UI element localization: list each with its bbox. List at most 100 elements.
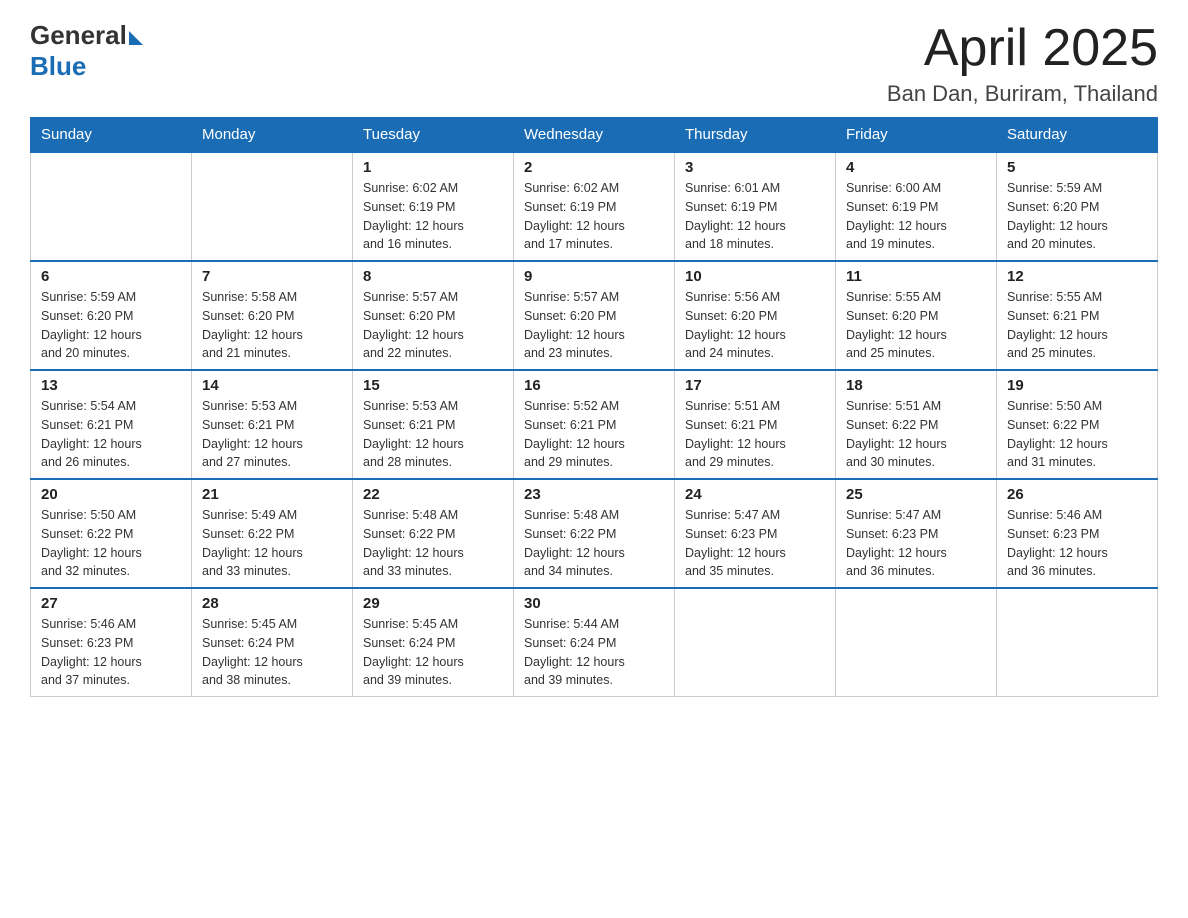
- calendar-cell: 15Sunrise: 5:53 AMSunset: 6:21 PMDayligh…: [353, 370, 514, 479]
- calendar-cell: 24 Sunrise: 5:47 AMSunset: 6:23 PMDayligh…: [675, 479, 836, 588]
- day-info: Sunrise: 5:53 AMSunset: 6:21 PMDaylight:…: [363, 397, 503, 472]
- calendar-cell: 1 Sunrise: 6:02 AMSunset: 6:19 PMDaylight…: [353, 152, 514, 261]
- column-header-sunday: Sunday: [31, 118, 192, 153]
- calendar-cell: [836, 588, 997, 697]
- calendar-subtitle: Ban Dan, Buriram, Thailand: [887, 81, 1158, 107]
- day-info: Sunrise: 5:44 AMSunset: 6:24 PMDaylight:…: [524, 615, 664, 690]
- calendar-cell: 23Sunrise: 5:48 AMSunset: 6:22 PMDayligh…: [514, 479, 675, 588]
- calendar-cell: 19 Sunrise: 5:50 AMSunset: 6:22 PMDayligh…: [997, 370, 1158, 479]
- day-number: 5: [1007, 159, 1147, 176]
- calendar-header-row: SundayMondayTuesdayWednesdayThursdayFrid…: [31, 118, 1158, 153]
- day-info: Sunrise: 5:49 AMSunset: 6:22 PMDaylight:…: [202, 506, 342, 581]
- day-info: Sunrise: 5:46 AMSunset: 6:23 PMDaylight:…: [1007, 506, 1147, 581]
- logo-general: General: [30, 20, 127, 51]
- day-info: Sunrise: 5:55 AMSunset: 6:20 PMDaylight:…: [846, 288, 986, 363]
- day-number: 17: [685, 377, 825, 394]
- day-info: Sunrise: 6:02 AMSunset: 6:19 PMDaylight:…: [524, 179, 664, 254]
- day-info: Sunrise: 5:47 AMSunset: 6:23 PMDaylight:…: [846, 506, 986, 581]
- calendar-cell: 4Sunrise: 6:00 AMSunset: 6:19 PMDaylight…: [836, 152, 997, 261]
- day-number: 20: [41, 486, 181, 503]
- day-info: Sunrise: 5:50 AMSunset: 6:22 PMDaylight:…: [41, 506, 181, 581]
- day-number: 22: [363, 486, 503, 503]
- week-row-1: 1 Sunrise: 6:02 AMSunset: 6:19 PMDaylight…: [31, 152, 1158, 261]
- logo: General Blue: [30, 20, 143, 82]
- day-number: 2: [524, 159, 664, 176]
- day-number: 26: [1007, 486, 1147, 503]
- day-number: 28: [202, 595, 342, 612]
- day-info: Sunrise: 5:46 AMSunset: 6:23 PMDaylight:…: [41, 615, 181, 690]
- day-number: 24: [685, 486, 825, 503]
- day-number: 4: [846, 159, 986, 176]
- calendar-cell: 7 Sunrise: 5:58 AMSunset: 6:20 PMDaylight…: [192, 261, 353, 370]
- column-header-wednesday: Wednesday: [514, 118, 675, 153]
- column-header-thursday: Thursday: [675, 118, 836, 153]
- calendar-cell: 18Sunrise: 5:51 AMSunset: 6:22 PMDayligh…: [836, 370, 997, 479]
- day-info: Sunrise: 5:57 AMSunset: 6:20 PMDaylight:…: [524, 288, 664, 363]
- calendar-cell: 8 Sunrise: 5:57 AMSunset: 6:20 PMDaylight…: [353, 261, 514, 370]
- day-info: Sunrise: 5:45 AMSunset: 6:24 PMDaylight:…: [202, 615, 342, 690]
- day-info: Sunrise: 5:58 AMSunset: 6:20 PMDaylight:…: [202, 288, 342, 363]
- day-info: Sunrise: 6:02 AMSunset: 6:19 PMDaylight:…: [363, 179, 503, 254]
- day-info: Sunrise: 5:47 AMSunset: 6:23 PMDaylight:…: [685, 506, 825, 581]
- calendar-cell: 30 Sunrise: 5:44 AMSunset: 6:24 PMDayligh…: [514, 588, 675, 697]
- calendar-cell: 16Sunrise: 5:52 AMSunset: 6:21 PMDayligh…: [514, 370, 675, 479]
- week-row-2: 6 Sunrise: 5:59 AMSunset: 6:20 PMDaylight…: [31, 261, 1158, 370]
- column-header-monday: Monday: [192, 118, 353, 153]
- day-info: Sunrise: 5:55 AMSunset: 6:21 PMDaylight:…: [1007, 288, 1147, 363]
- day-number: 7: [202, 268, 342, 285]
- calendar-cell: [31, 152, 192, 261]
- calendar-cell: 12 Sunrise: 5:55 AMSunset: 6:21 PMDayligh…: [997, 261, 1158, 370]
- day-info: Sunrise: 5:54 AMSunset: 6:21 PMDaylight:…: [41, 397, 181, 472]
- day-info: Sunrise: 5:45 AMSunset: 6:24 PMDaylight:…: [363, 615, 503, 690]
- title-area: April 2025 Ban Dan, Buriram, Thailand: [887, 20, 1158, 107]
- day-number: 27: [41, 595, 181, 612]
- day-number: 13: [41, 377, 181, 394]
- calendar-cell: 2 Sunrise: 6:02 AMSunset: 6:19 PMDaylight…: [514, 152, 675, 261]
- calendar-cell: 21 Sunrise: 5:49 AMSunset: 6:22 PMDayligh…: [192, 479, 353, 588]
- day-number: 1: [363, 159, 503, 176]
- day-info: Sunrise: 5:56 AMSunset: 6:20 PMDaylight:…: [685, 288, 825, 363]
- day-number: 21: [202, 486, 342, 503]
- calendar-cell: 11 Sunrise: 5:55 AMSunset: 6:20 PMDayligh…: [836, 261, 997, 370]
- day-number: 30: [524, 595, 664, 612]
- day-number: 11: [846, 268, 986, 285]
- logo-blue: Blue: [30, 51, 86, 82]
- day-number: 19: [1007, 377, 1147, 394]
- calendar-cell: 6 Sunrise: 5:59 AMSunset: 6:20 PMDaylight…: [31, 261, 192, 370]
- calendar-cell: 17Sunrise: 5:51 AMSunset: 6:21 PMDayligh…: [675, 370, 836, 479]
- calendar-cell: 26 Sunrise: 5:46 AMSunset: 6:23 PMDayligh…: [997, 479, 1158, 588]
- calendar-cell: 9 Sunrise: 5:57 AMSunset: 6:20 PMDaylight…: [514, 261, 675, 370]
- day-number: 10: [685, 268, 825, 285]
- day-number: 9: [524, 268, 664, 285]
- calendar-cell: 14 Sunrise: 5:53 AMSunset: 6:21 PMDayligh…: [192, 370, 353, 479]
- day-number: 25: [846, 486, 986, 503]
- calendar-title: April 2025: [887, 20, 1158, 77]
- day-number: 23: [524, 486, 664, 503]
- logo-triangle-icon: [129, 31, 143, 45]
- week-row-5: 27 Sunrise: 5:46 AMSunset: 6:23 PMDayligh…: [31, 588, 1158, 697]
- day-number: 14: [202, 377, 342, 394]
- calendar-cell: [192, 152, 353, 261]
- week-row-3: 13 Sunrise: 5:54 AMSunset: 6:21 PMDayligh…: [31, 370, 1158, 479]
- calendar-cell: 5Sunrise: 5:59 AMSunset: 6:20 PMDaylight…: [997, 152, 1158, 261]
- calendar-cell: 10 Sunrise: 5:56 AMSunset: 6:20 PMDayligh…: [675, 261, 836, 370]
- calendar-cell: 22Sunrise: 5:48 AMSunset: 6:22 PMDayligh…: [353, 479, 514, 588]
- day-number: 8: [363, 268, 503, 285]
- day-number: 6: [41, 268, 181, 285]
- column-header-tuesday: Tuesday: [353, 118, 514, 153]
- day-info: Sunrise: 5:59 AMSunset: 6:20 PMDaylight:…: [41, 288, 181, 363]
- calendar-table: SundayMondayTuesdayWednesdayThursdayFrid…: [30, 117, 1158, 697]
- column-header-friday: Friday: [836, 118, 997, 153]
- week-row-4: 20 Sunrise: 5:50 AMSunset: 6:22 PMDayligh…: [31, 479, 1158, 588]
- day-info: Sunrise: 6:01 AMSunset: 6:19 PMDaylight:…: [685, 179, 825, 254]
- day-info: Sunrise: 5:53 AMSunset: 6:21 PMDaylight:…: [202, 397, 342, 472]
- day-info: Sunrise: 5:51 AMSunset: 6:22 PMDaylight:…: [846, 397, 986, 472]
- calendar-cell: [675, 588, 836, 697]
- day-info: Sunrise: 5:50 AMSunset: 6:22 PMDaylight:…: [1007, 397, 1147, 472]
- day-number: 3: [685, 159, 825, 176]
- day-info: Sunrise: 5:57 AMSunset: 6:20 PMDaylight:…: [363, 288, 503, 363]
- calendar-cell: 13 Sunrise: 5:54 AMSunset: 6:21 PMDayligh…: [31, 370, 192, 479]
- day-number: 12: [1007, 268, 1147, 285]
- calendar-cell: 20 Sunrise: 5:50 AMSunset: 6:22 PMDayligh…: [31, 479, 192, 588]
- day-number: 16: [524, 377, 664, 394]
